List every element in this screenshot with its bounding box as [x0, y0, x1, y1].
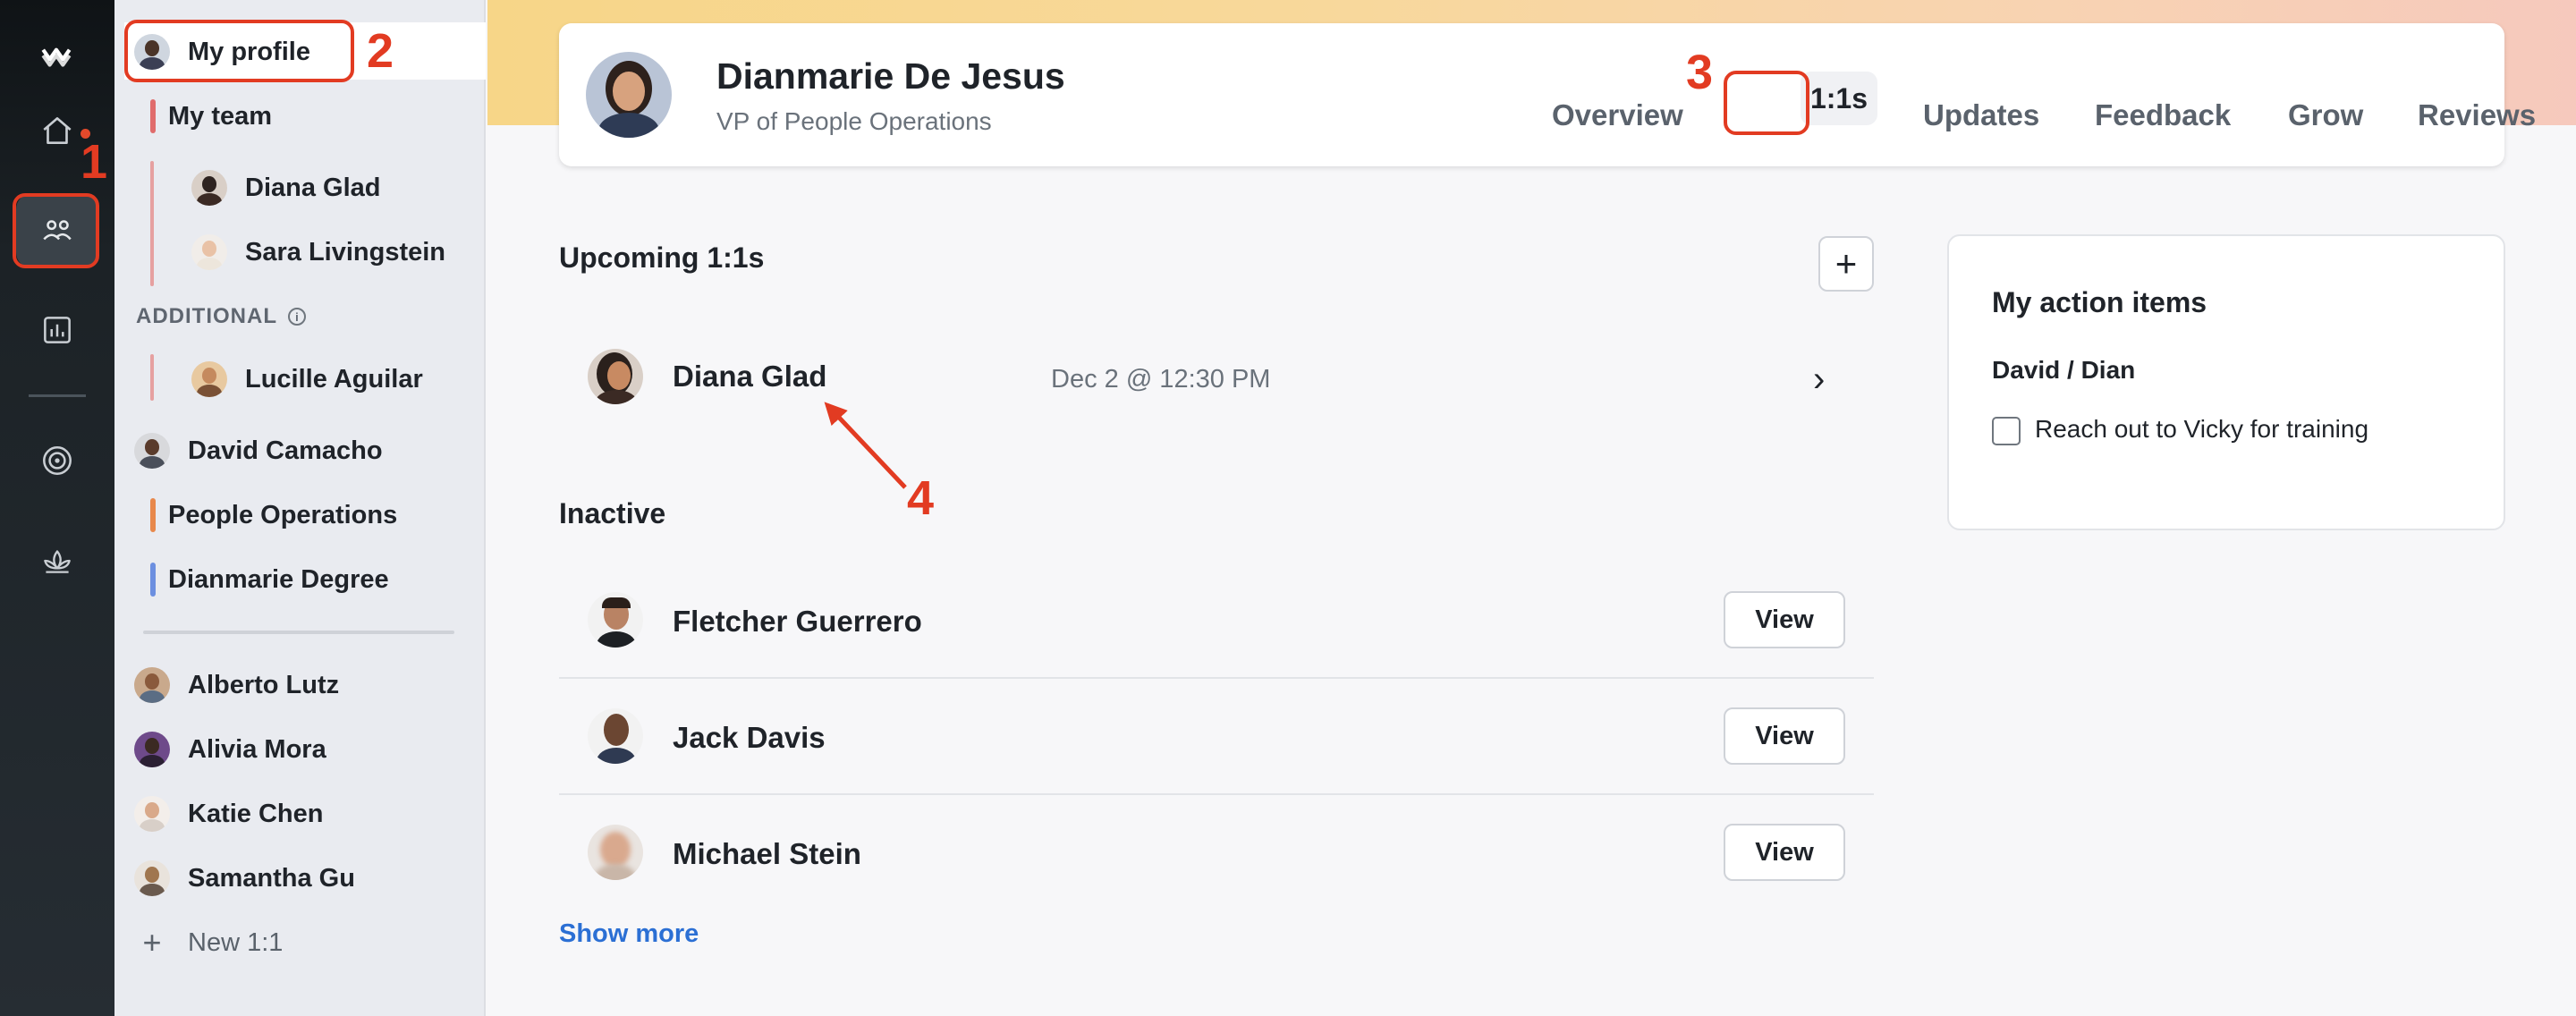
sidebar-item-sara-livingstein[interactable]: Sara Livingstein: [191, 225, 445, 279]
action-items-title: My action items: [1992, 286, 2207, 318]
avatar: [134, 667, 170, 703]
annotation-number-4: 4: [907, 471, 935, 525]
sidebar-item-label: Alberto Lutz: [188, 670, 340, 699]
action-item-text: Reach out to Vicky for training: [2035, 415, 2369, 443]
avatar: [134, 433, 170, 469]
sidebar-item-label: David Camacho: [188, 436, 383, 465]
info-icon[interactable]: i: [287, 308, 306, 326]
avatar: [588, 825, 643, 880]
sidebar-item-label: Katie Chen: [188, 799, 324, 828]
tree-line: [150, 354, 154, 401]
avatar: [134, 860, 170, 896]
avatar: [191, 234, 227, 270]
sidebar-item-my-team[interactable]: My team: [150, 89, 272, 143]
profile-card: Dianmarie De Jesus VP of People Operatio…: [559, 23, 2536, 166]
avatar: [588, 349, 643, 404]
group-color-bar: [150, 563, 156, 597]
row-divider: [559, 793, 1874, 795]
sidebar-item-alivia-mora[interactable]: Alivia Mora: [134, 723, 326, 776]
sidebar-item-katie-chen[interactable]: Katie Chen: [134, 787, 323, 841]
tab-overview[interactable]: Overview: [1552, 98, 1683, 132]
annotation-box-2: [124, 20, 354, 82]
lotus-icon[interactable]: [16, 523, 98, 598]
sidebar-item-people-operations[interactable]: People Operations: [150, 488, 397, 542]
sidebar-item-label: People Operations: [168, 500, 398, 529]
profile-title: VP of People Operations: [716, 107, 992, 135]
sidebar-item-diana-glad[interactable]: Diana Glad: [191, 161, 381, 215]
avatar: [191, 170, 227, 206]
group-color-bar: [150, 498, 156, 532]
plus-icon: +: [1835, 242, 1858, 284]
sidebar-item-lucille-aguilar[interactable]: Lucille Aguilar: [191, 352, 423, 406]
annotation-number-2: 2: [367, 24, 394, 78]
sidebar-item-label: My team: [168, 101, 273, 131]
upcoming-name: Diana Glad: [673, 360, 827, 393]
sidebar-item-label: Alivia Mora: [188, 734, 326, 764]
main-content: Dianmarie De Jesus VP of People Operatio…: [487, 0, 2576, 1016]
profile-avatar: [586, 52, 672, 138]
sidebar-item-label: Samantha Gu: [188, 863, 355, 893]
action-items-card: My action items David / Dian Reach out t…: [1947, 234, 2505, 530]
avatar: [191, 361, 227, 397]
tab-one-on-ones[interactable]: 1:1s: [1801, 72, 1877, 125]
annotation-box-3: [1724, 71, 1809, 135]
upcoming-section-title: Upcoming 1:1s: [559, 241, 765, 274]
plus-icon: +: [142, 924, 162, 961]
annotation-box-1: [13, 193, 99, 268]
sidebar-item-david-camacho[interactable]: David Camacho: [134, 424, 383, 478]
view-button[interactable]: View: [1724, 707, 1845, 765]
sidebar-divider: [143, 631, 454, 634]
add-one-on-one-button[interactable]: +: [1818, 236, 1874, 292]
avatar: [134, 796, 170, 832]
sidebar-item-label: Diana Glad: [245, 173, 381, 202]
action-items-group: David / Dian: [1992, 356, 2136, 384]
chevron-right-icon[interactable]: ›: [1813, 360, 1825, 400]
new-one-on-one-button[interactable]: + New 1:1: [134, 916, 283, 969]
sidebar-item-label: Dianmarie Degree: [168, 564, 389, 594]
avatar: [134, 732, 170, 767]
action-item-checkbox[interactable]: [1992, 417, 2021, 445]
sidebar-item-alberto-lutz[interactable]: Alberto Lutz: [134, 658, 339, 712]
inactive-section-title: Inactive: [559, 497, 666, 529]
avatar: [588, 708, 643, 764]
show-more-link[interactable]: Show more: [559, 919, 699, 949]
additional-label-text: ADDITIONAL: [136, 304, 277, 328]
sidebar-item-label: Lucille Aguilar: [245, 364, 423, 394]
profile-name: Dianmarie De Jesus: [716, 55, 1065, 97]
view-button[interactable]: View: [1724, 591, 1845, 648]
additional-section-label: ADDITIONAL i: [136, 304, 306, 329]
tab-feedback[interactable]: Feedback: [2095, 98, 2231, 132]
tab-grow[interactable]: Grow: [2288, 98, 2363, 132]
sidebar-item-label: Sara Livingstein: [245, 237, 446, 267]
chart-icon[interactable]: [16, 292, 98, 368]
annotation-number-1: 1: [80, 135, 108, 189]
inactive-name: Jack Davis: [673, 721, 826, 754]
annotation-number-3: 3: [1686, 46, 1714, 99]
sidebar-item-samantha-gu[interactable]: Samantha Gu: [134, 851, 355, 905]
sidebar-item-dianmarie-degree[interactable]: Dianmarie Degree: [150, 553, 389, 606]
avatar: [588, 592, 643, 648]
inactive-name: Michael Stein: [673, 837, 861, 870]
inactive-name: Fletcher Guerrero: [673, 605, 922, 638]
row-divider: [559, 677, 1874, 679]
new-one-on-one-label: New 1:1: [188, 927, 284, 957]
target-icon[interactable]: [16, 423, 98, 498]
rail-divider: [29, 394, 86, 397]
tab-updates[interactable]: Updates: [1923, 98, 2039, 132]
team-color-bar: [150, 99, 156, 133]
upcoming-date: Dec 2 @ 12:30 PM: [1051, 365, 1271, 394]
view-button[interactable]: View: [1724, 824, 1845, 881]
tab-reviews[interactable]: Reviews: [2418, 98, 2536, 132]
tree-line: [150, 161, 154, 286]
logo-icon[interactable]: [16, 18, 98, 93]
